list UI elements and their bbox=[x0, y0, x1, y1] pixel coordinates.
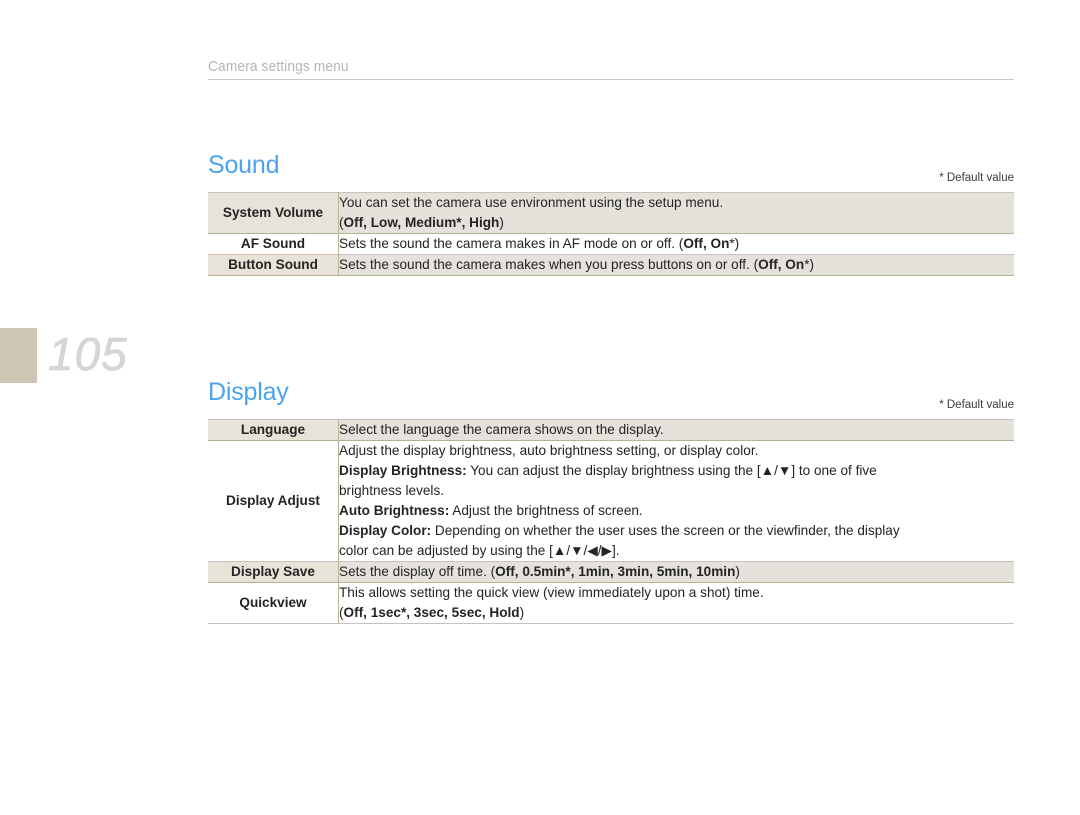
setting-label-quickview: Quickview bbox=[208, 582, 339, 624]
section-title-display: Display bbox=[208, 378, 289, 406]
table-row: Button Sound Sets the sound the camera ma… bbox=[208, 254, 1014, 276]
option-values: Off, 1sec*, 3sec, 5sec, Hold bbox=[343, 605, 520, 620]
table-cell-line: You can set the camera use environment u… bbox=[339, 195, 724, 210]
setting-description: Select the language the camera shows on … bbox=[338, 419, 1014, 441]
default-value-note-sound: * Default value bbox=[939, 172, 1014, 184]
option-values: Off, Low, Medium*, High bbox=[343, 215, 500, 230]
setting-description: This allows setting the quick view (view… bbox=[338, 582, 1014, 624]
default-value-note-display: * Default value bbox=[939, 399, 1014, 411]
emphasis-text: Display Brightness: bbox=[339, 463, 467, 478]
setting-label-display-save: Display Save bbox=[208, 561, 339, 583]
setting-label-display-adjust: Display Adjust bbox=[208, 440, 339, 562]
setting-description: You can set the camera use environment u… bbox=[338, 192, 1014, 234]
table-cell-line: Auto Brightness: Adjust the brightness o… bbox=[339, 503, 643, 518]
table-row: AF Sound Sets the sound the camera makes … bbox=[208, 233, 1014, 255]
running-header: Camera settings menu bbox=[208, 58, 1014, 80]
table-cell-line: color can be adjusted by using the [▲/▼/… bbox=[339, 543, 620, 558]
running-header-rule bbox=[208, 79, 1014, 80]
setting-description: Adjust the display brightness, auto brig… bbox=[338, 440, 1014, 562]
setting-description: Sets the display off time. (Off, 0.5min*… bbox=[338, 561, 1014, 583]
table-display: Language Select the language the camera s… bbox=[208, 419, 1014, 624]
table-cell-line: (Off, 1sec*, 3sec, 5sec, Hold) bbox=[339, 605, 525, 620]
running-header-text: Camera settings menu bbox=[208, 58, 349, 75]
table-cell-line: Sets the sound the camera makes when you… bbox=[339, 257, 815, 272]
table-cell-line: brightness levels. bbox=[339, 483, 445, 498]
table-sound: System Volume You can set the camera use … bbox=[208, 192, 1014, 276]
section-sound: Sound * Default value System Volume You c… bbox=[208, 150, 1014, 276]
table-cell-line: Display Brightness: You can adjust the d… bbox=[339, 463, 877, 478]
table-row: Display Adjust Adjust the display brightn… bbox=[208, 440, 1014, 562]
table-row: System Volume You can set the camera use … bbox=[208, 192, 1014, 234]
setting-label-button-sound: Button Sound bbox=[208, 254, 339, 276]
setting-label-af-sound: AF Sound bbox=[208, 233, 339, 255]
page-tab-marker bbox=[0, 328, 37, 383]
section-title-sound: Sound bbox=[208, 151, 280, 179]
table-row: Display Save Sets the display off time. (… bbox=[208, 561, 1014, 583]
table-cell-line: Sets the display off time. (Off, 0.5min*… bbox=[339, 564, 740, 579]
setting-description: Sets the sound the camera makes when you… bbox=[338, 254, 1014, 276]
table-row: Language Select the language the camera s… bbox=[208, 419, 1014, 441]
table-row: Quickview This allows setting the quick v… bbox=[208, 582, 1014, 624]
table-cell-line: This allows setting the quick view (view… bbox=[339, 585, 764, 600]
option-values: Off, On bbox=[683, 236, 730, 251]
emphasis-text: Display Color: bbox=[339, 523, 432, 538]
setting-label-language: Language bbox=[208, 419, 339, 441]
option-values: Off, 0.5min*, 1min, 3min, 5min, 10min bbox=[495, 564, 736, 579]
emphasis-text: Auto Brightness: bbox=[339, 503, 450, 518]
table-cell-line: Sets the sound the camera makes in AF mo… bbox=[339, 236, 740, 251]
table-cell-line: (Off, Low, Medium*, High) bbox=[339, 215, 504, 230]
setting-description: Sets the sound the camera makes in AF mo… bbox=[338, 233, 1014, 255]
table-cell-line: Display Color: Depending on whether the … bbox=[339, 523, 900, 538]
table-cell-line: Select the language the camera shows on … bbox=[339, 422, 664, 437]
section-display: Display * Default value Language Select t… bbox=[208, 377, 1014, 624]
option-values: Off, On bbox=[758, 257, 805, 272]
setting-label-system-volume: System Volume bbox=[208, 192, 339, 234]
page-number: 105 bbox=[48, 328, 128, 381]
table-cell-line: Adjust the display brightness, auto brig… bbox=[339, 443, 759, 458]
